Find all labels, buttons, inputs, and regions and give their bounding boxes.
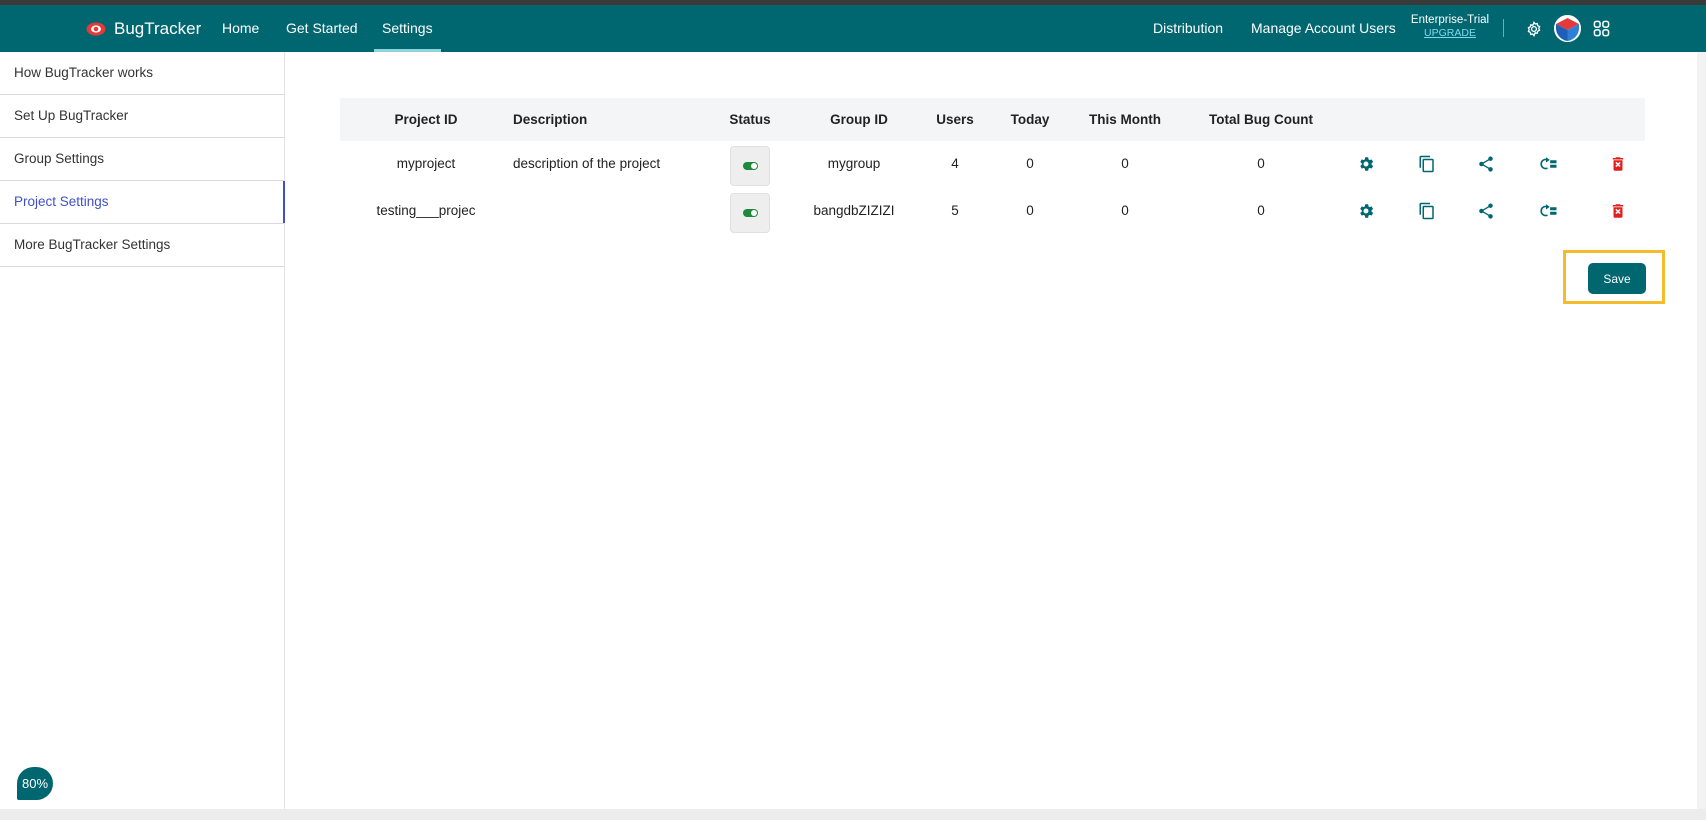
settings-sidebar: How BugTracker works Set Up BugTracker G… [0, 52, 285, 809]
sidebar-item-set-up-bugtracker[interactable]: Set Up BugTracker [0, 95, 284, 138]
bottom-scrollbar[interactable] [0, 809, 1706, 820]
user-avatar[interactable] [1554, 15, 1581, 42]
nav-distribution[interactable]: Distribution [1153, 5, 1223, 52]
cell-users: 5 [951, 203, 959, 218]
apps-grid-icon[interactable] [1593, 20, 1610, 37]
nav-get-started[interactable]: Get Started [286, 5, 358, 52]
gear-icon[interactable] [1357, 202, 1375, 220]
app-name: BugTracker [114, 18, 202, 38]
table-row: testing___projec bangdbZIZIZI 5 0 0 0 [340, 188, 1645, 234]
cell-today: 0 [1026, 156, 1034, 171]
toggle-on-icon [742, 162, 758, 170]
nav-settings[interactable]: Settings [374, 5, 441, 52]
app-logo[interactable]: BugTracker [86, 5, 201, 52]
table-header-row: Project ID Description Status Group ID U… [340, 98, 1645, 141]
zoom-level-badge[interactable]: 80% [17, 767, 53, 800]
status-toggle[interactable] [730, 193, 770, 233]
vertical-scrollbar[interactable] [1697, 52, 1706, 809]
nav-manage-account-users[interactable]: Manage Account Users [1251, 5, 1396, 52]
status-toggle[interactable] [730, 146, 770, 186]
copy-icon[interactable] [1418, 202, 1436, 220]
cell-total-bug-count: 0 [1257, 203, 1265, 218]
trash-icon[interactable] [1609, 202, 1627, 220]
move-icon[interactable] [1540, 155, 1558, 173]
cell-description: description of the project [513, 156, 661, 171]
cell-group-id: mygroup [827, 156, 881, 171]
trash-icon[interactable] [1609, 155, 1627, 173]
top-navbar: BugTracker Home Get Started Settings Dis… [0, 5, 1706, 52]
plan-info: Enterprise-Trial UPGRADE [1409, 14, 1491, 40]
plan-label: Enterprise-Trial [1410, 14, 1490, 26]
gear-icon[interactable] [1357, 155, 1375, 173]
cell-total-bug-count: 0 [1257, 156, 1265, 171]
col-description: Description [513, 112, 588, 127]
cell-project-id: myproject [396, 156, 456, 171]
copy-icon[interactable] [1418, 155, 1436, 173]
col-group-id: Group ID [830, 112, 888, 127]
col-project-id: Project ID [394, 112, 458, 127]
col-today: Today [1010, 112, 1050, 127]
col-users: Users [936, 112, 974, 127]
col-total-bug-count: Total Bug Count [1209, 112, 1313, 127]
col-this-month: This Month [1089, 112, 1161, 127]
nav-divider [1503, 19, 1504, 37]
move-icon[interactable] [1540, 202, 1558, 220]
sidebar-item-project-settings[interactable]: Project Settings [0, 181, 285, 224]
nav-home[interactable]: Home [222, 5, 259, 52]
cell-group-id: bangdbZIZIZI [813, 203, 895, 218]
bug-eye-icon [86, 22, 106, 35]
avatar-logo-icon [1554, 15, 1581, 42]
cell-this-month: 0 [1121, 156, 1129, 171]
toggle-on-icon [742, 209, 758, 217]
cell-users: 4 [951, 156, 959, 171]
sidebar-item-more-bugtracker-settings[interactable]: More BugTracker Settings [0, 224, 284, 267]
cell-this-month: 0 [1121, 203, 1129, 218]
save-button[interactable]: Save [1588, 263, 1646, 294]
settings-gear-icon[interactable] [1525, 20, 1543, 38]
table-row: myproject description of the project myg… [340, 141, 1645, 187]
sidebar-item-group-settings[interactable]: Group Settings [0, 138, 284, 181]
col-status: Status [729, 112, 771, 127]
cell-project-id: testing___projec [376, 203, 476, 218]
upgrade-link[interactable]: UPGRADE [1409, 27, 1491, 40]
share-icon[interactable] [1477, 202, 1495, 220]
cell-today: 0 [1026, 203, 1034, 218]
share-icon[interactable] [1477, 155, 1495, 173]
sidebar-item-how-bugtracker-works[interactable]: How BugTracker works [0, 52, 284, 95]
